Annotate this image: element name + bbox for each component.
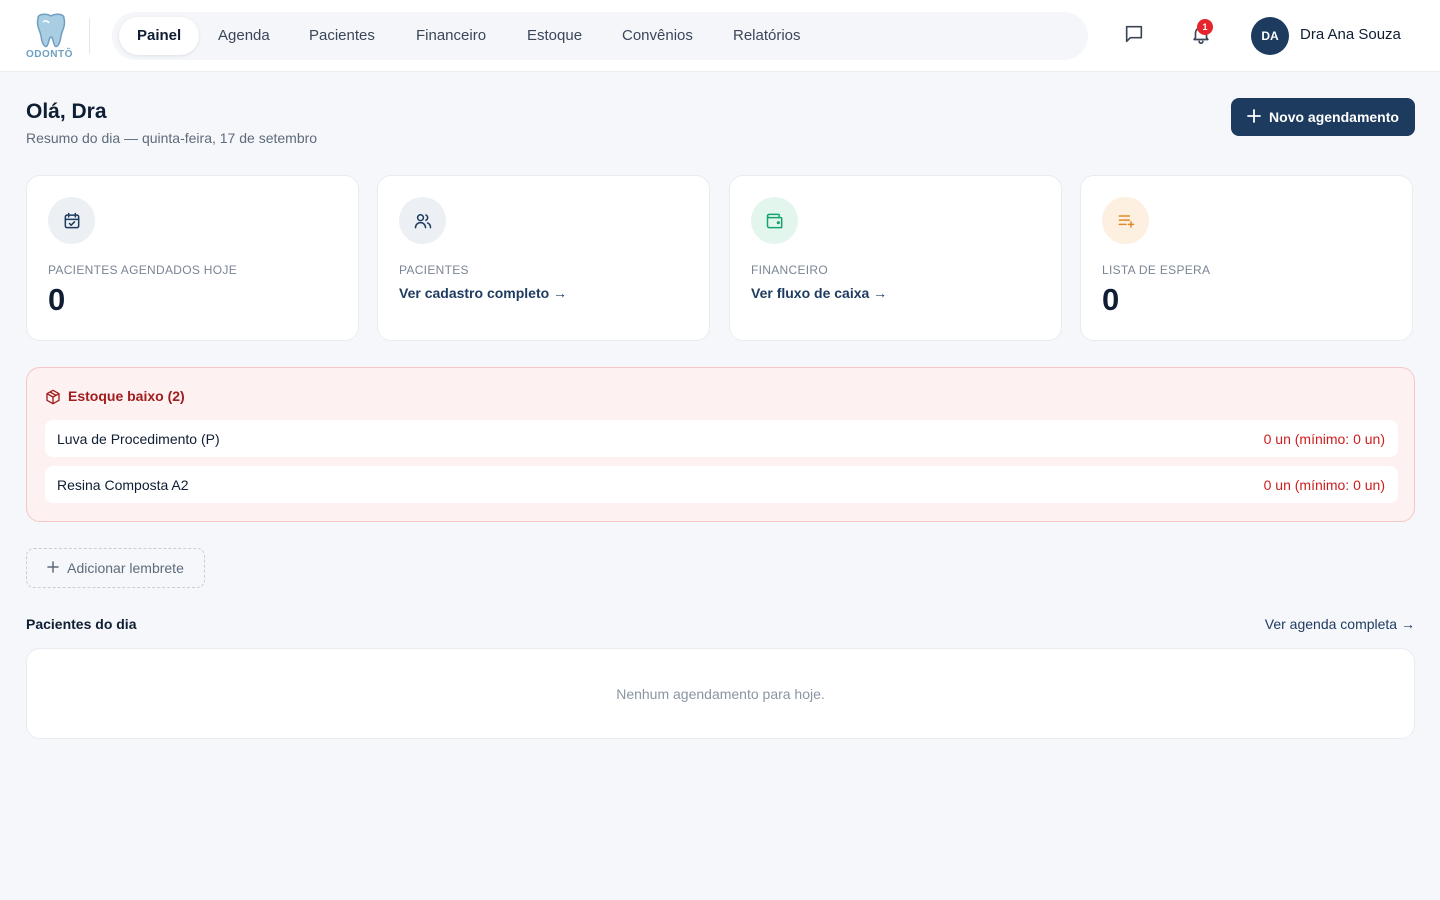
new-appointment-label: Novo agendamento: [1269, 109, 1399, 125]
card-label: PACIENTES AGENDADOS HOJE: [48, 263, 238, 277]
nav-item-financeiro[interactable]: Financeiro: [398, 17, 504, 55]
avatar[interactable]: DA: [1251, 17, 1289, 55]
card-value: 0: [48, 282, 66, 317]
notification-badge: 1: [1197, 19, 1213, 35]
view-patients-link[interactable]: Ver cadastro completo →: [399, 285, 567, 301]
card-scheduled-today: PACIENTES AGENDADOS HOJE 0: [26, 175, 359, 341]
add-reminder-label: Adicionar lembrete: [67, 560, 184, 576]
card-label: PACIENTES: [399, 263, 469, 277]
notifications-button[interactable]: 1: [1185, 19, 1217, 52]
card-financial: FINANCEIRO Ver fluxo de caixa →: [729, 175, 1062, 341]
card-patients: PACIENTES Ver cadastro completo →: [377, 175, 710, 341]
nav-item-convenios[interactable]: Convênios: [604, 17, 711, 55]
page-title: Olá, Dra: [26, 100, 107, 123]
page-subtitle: Resumo do dia — quinta-feira, 17 de sete…: [26, 130, 318, 146]
list-item[interactable]: Resina Composta A2 0 un (mínimo: 0 un): [45, 466, 1398, 503]
message-square-icon: [1123, 23, 1145, 50]
view-full-agenda-link[interactable]: Ver agenda completa →: [1265, 616, 1415, 632]
messages-button[interactable]: [1118, 20, 1150, 52]
logo-wordmark: ODONTÔ: [26, 49, 73, 60]
stock-item-qty: 0 un (mínimo: 0 un): [1263, 477, 1385, 493]
card-label: FINANCEIRO: [751, 263, 829, 277]
stock-item-qty: 0 un (mínimo: 0 un): [1263, 431, 1385, 447]
nav-item-estoque[interactable]: Estoque: [509, 17, 600, 55]
low-stock-title: Estoque baixo (2): [68, 388, 185, 404]
card-value: 0: [1102, 282, 1120, 317]
plus-icon: [1247, 108, 1261, 126]
calendar-check-icon: [48, 197, 95, 244]
stock-item-name: Resina Composta A2: [57, 477, 189, 493]
new-appointment-button[interactable]: Novo agendamento: [1231, 98, 1415, 136]
add-reminder-button[interactable]: Adicionar lembrete: [26, 548, 205, 588]
user-name[interactable]: Dra Ana Souza: [1300, 26, 1401, 43]
main-nav: Painel Agenda Pacientes Financeiro Estoq…: [112, 12, 1088, 60]
stock-item-name: Luva de Procedimento (P): [57, 431, 220, 447]
low-stock-panel: Estoque baixo (2) Luva de Procedimento (…: [26, 367, 1415, 522]
empty-state-text: Nenhum agendamento para hoje.: [616, 686, 825, 702]
view-cashflow-link[interactable]: Ver fluxo de caixa →: [751, 285, 887, 301]
nav-item-relatorios[interactable]: Relatórios: [715, 17, 819, 55]
header-divider: [89, 18, 90, 54]
plus-icon: [47, 560, 59, 576]
wallet-icon: [751, 197, 798, 244]
list-plus-icon: [1102, 197, 1149, 244]
nav-item-pacientes[interactable]: Pacientes: [291, 17, 393, 55]
patients-today-panel: Nenhum agendamento para hoje.: [26, 648, 1415, 739]
nav-item-agenda[interactable]: Agenda: [200, 17, 288, 55]
card-waiting-list: LISTA DE ESPERA 0: [1080, 175, 1413, 341]
list-item[interactable]: Luva de Procedimento (P) 0 un (mínimo: 0…: [45, 420, 1398, 457]
nav-item-painel[interactable]: Painel: [119, 17, 200, 55]
package-icon: [45, 389, 61, 410]
top-header: ODONTÔ Painel Agenda Pacientes Financeir…: [0, 0, 1440, 72]
patients-today-title: Pacientes do dia: [26, 616, 137, 632]
users-icon: [399, 197, 446, 244]
card-label: LISTA DE ESPERA: [1102, 263, 1211, 277]
